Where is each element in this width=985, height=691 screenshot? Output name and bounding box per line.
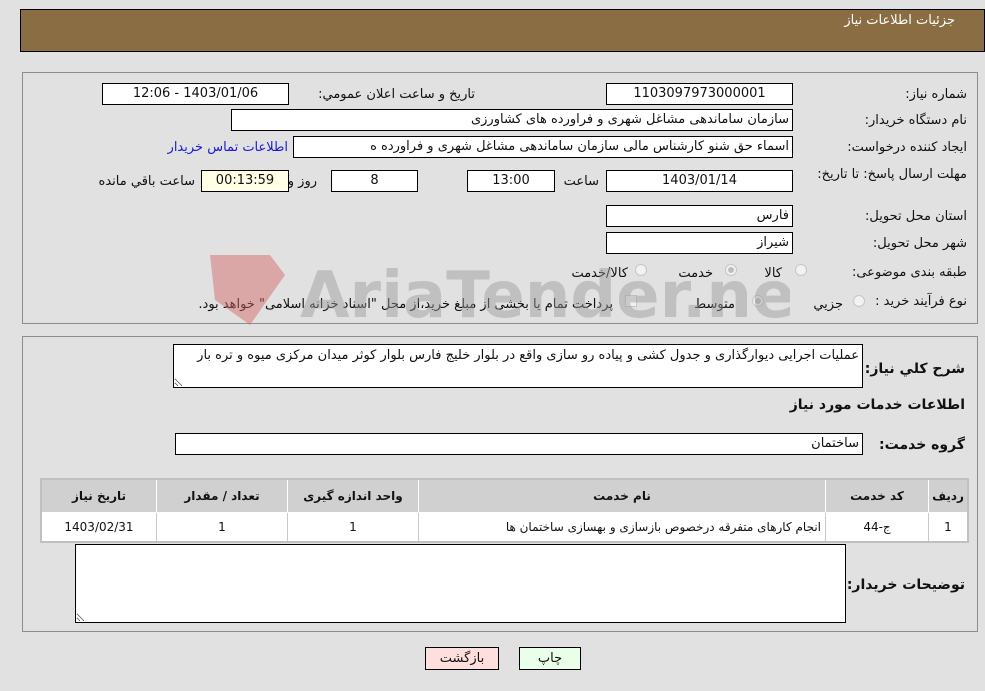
col-header-quantity: تعداد / مقدار <box>156 478 288 513</box>
cell-quantity: 1 <box>156 512 288 543</box>
back-button[interactable]: بازگشت <box>425 647 499 670</box>
days-label: روز و <box>287 174 317 189</box>
city-label: شهر محل تحویل: <box>872 236 967 251</box>
col-header-unit: واحد اندازه گیری <box>287 478 419 513</box>
announce-datetime-label: تاریخ و ساعت اعلان عمومي: <box>318 87 475 102</box>
purchase-type-label: نوع فرآیند خرید : <box>875 294 967 309</box>
category-radio-goods[interactable] <box>795 264 807 276</box>
purchase-option-medium: متوسط <box>694 297 735 312</box>
need-number-label: شماره نیاز: <box>905 87 967 102</box>
cell-need-date: 1403/02/31 <box>40 512 157 543</box>
category-option-service: خدمت <box>678 266 713 281</box>
buyer-org-label: نام دستگاه خریدار: <box>864 113 967 128</box>
category-option-goods-service: کالا/خدمت <box>571 266 628 281</box>
category-radio-service[interactable] <box>725 264 737 276</box>
province-label: استان محل تحویل: <box>865 209 967 224</box>
service-group-label: گروه خدمت: <box>879 437 965 453</box>
time-remaining-label: ساعت باقي مانده <box>98 174 195 189</box>
deadline-time-field: 13:00 <box>467 170 555 192</box>
deadline-date-field: 1403/01/14 <box>606 170 793 192</box>
services-section-title: اطلاعات خدمات مورد نیاز <box>789 397 965 413</box>
description-textarea[interactable]: عملیات اجرایی دیوارگذاری و جدول کشی و پی… <box>173 344 863 388</box>
requester-field: اسماء حق شنو کارشناس مالی سازمان سامانده… <box>293 136 793 158</box>
city-field: شیراز <box>606 232 793 254</box>
col-header-service-code: کد خدمت <box>825 478 929 513</box>
col-header-row-number: ردیف <box>928 478 969 513</box>
buyer-org-field: سازمان ساماندهی مشاغل شهری و فراورده های… <box>231 109 793 131</box>
days-remaining-field: 8 <box>331 170 418 192</box>
province-field: فارس <box>606 205 793 227</box>
requester-label: ایجاد کننده درخواست: <box>847 140 967 155</box>
treasury-note: پرداخت تمام یا بخشی از مبلغ خرید،از محل … <box>198 297 613 312</box>
service-group-field: ساختمان <box>175 433 863 455</box>
cell-service-name: انجام کارهای متفرقه درخصوص بازسازی و بهس… <box>418 512 826 543</box>
purchase-radio-minor[interactable] <box>853 295 865 307</box>
cell-row-number: 1 <box>928 512 969 543</box>
need-number-field: 1103097973000001 <box>606 83 793 105</box>
table-header-row: ردیف کد خدمت نام خدمت واحد اندازه گیری ت… <box>40 478 969 513</box>
treasury-checkbox[interactable] <box>625 295 637 307</box>
col-header-service-name: نام خدمت <box>418 478 826 513</box>
page-header <box>20 9 985 52</box>
purchase-option-minor: جزيي <box>813 297 843 312</box>
category-option-goods: کالا <box>764 266 782 281</box>
buyer-contact-link[interactable]: اطلاعات تماس خریدار <box>168 140 288 155</box>
cell-service-code: ج-44 <box>825 512 929 543</box>
page-title: جزئیات اطلاعات نیاز <box>844 13 955 28</box>
category-radio-goods-service[interactable] <box>635 264 647 276</box>
buyer-notes-label: توضیحات خریدار: <box>846 577 965 593</box>
table-row: 1 ج-44 انجام کارهای متفرقه درخصوص بازساز… <box>40 512 969 543</box>
time-remaining-field: 00:13:59 <box>201 170 289 192</box>
print-button[interactable]: چاپ <box>519 647 581 670</box>
announce-datetime-field: 1403/01/06 - 12:06 <box>102 83 289 105</box>
col-header-need-date: تاریخ نیاز <box>40 478 157 513</box>
buyer-notes-textarea[interactable] <box>75 544 846 623</box>
description-label: شرح کلي نیاز: <box>864 361 965 377</box>
cell-unit: 1 <box>287 512 419 543</box>
purchase-radio-medium[interactable] <box>752 295 764 307</box>
services-table: ردیف کد خدمت نام خدمت واحد اندازه گیری ت… <box>40 478 969 543</box>
category-label: طبقه بندی موضوعی: <box>851 265 967 280</box>
deadline-time-label: ساعت <box>563 174 599 189</box>
deadline-label: مهلت ارسال پاسخ: تا تاریخ: <box>817 167 967 182</box>
